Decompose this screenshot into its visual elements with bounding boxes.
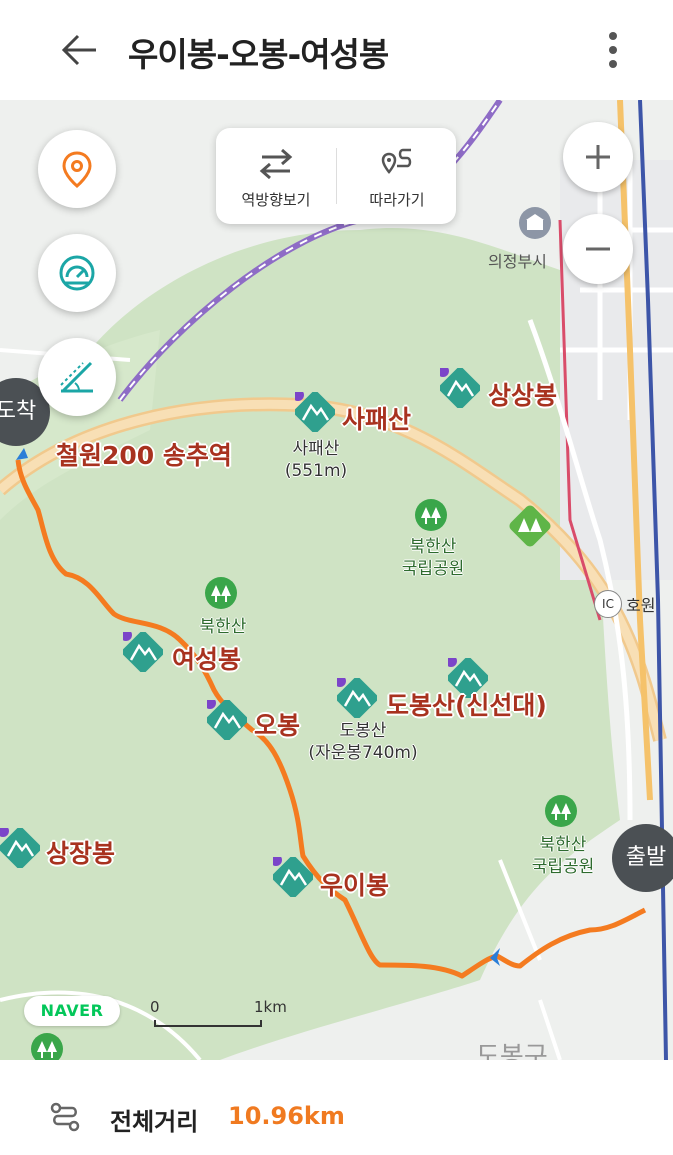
sublabel-line: (자운봉740m): [308, 743, 418, 763]
follow-route-button[interactable]: 따라가기: [337, 128, 457, 224]
scale-unit-label: 1km: [254, 998, 287, 1016]
map-scale-bar: 0 1km: [150, 998, 300, 1027]
app-header: 우이봉-오봉-여성봉: [0, 0, 673, 100]
route-toolbar: 역방향보기 따라가기: [216, 128, 456, 224]
swap-arrows-icon: [259, 148, 293, 180]
place-label-dobongsan: 도봉산(신선대): [386, 691, 547, 720]
mountain-peak-icon[interactable]: [207, 700, 247, 740]
minus-icon: [586, 247, 610, 251]
start-marker[interactable]: 출발: [612, 824, 673, 892]
reverse-direction-label: 역방향보기: [241, 191, 311, 209]
more-vertical-icon[interactable]: [598, 28, 628, 72]
place-label-obong: 오봉: [254, 711, 301, 740]
park-icon: [205, 577, 237, 609]
speed-button[interactable]: [38, 234, 116, 312]
place-label-howon: 호원: [626, 596, 656, 615]
naver-logo: NAVER: [24, 996, 120, 1026]
total-distance-label: 전체거리: [110, 1108, 199, 1136]
total-distance-value: 10.96km: [228, 1102, 345, 1130]
arrow-left-icon[interactable]: [58, 30, 102, 70]
sublabel-line: 국립공원: [531, 857, 595, 877]
route-icon: [50, 1102, 80, 1132]
slope-icon: [60, 361, 93, 393]
follow-route-icon: [381, 148, 412, 174]
park-label-bukhansan-2: 북한산: [199, 617, 247, 637]
district-label-dobong-gu: 도봉구: [476, 1042, 548, 1060]
sublabel-line: 북한산: [539, 835, 587, 855]
park-label-bukhansan-3: 북한산 국립공원: [518, 834, 608, 878]
mountain-peak-icon[interactable]: [295, 392, 335, 432]
place-label-uibong: 우이봉: [320, 871, 390, 900]
ic-badge: IC: [594, 590, 622, 618]
elevation-button[interactable]: [38, 338, 116, 416]
park-icon: [545, 795, 577, 827]
speedometer-icon: [59, 255, 95, 291]
place-label-sangsangbong: 상상봉: [488, 381, 558, 410]
zoom-out-button[interactable]: [563, 214, 633, 284]
park-icon: [415, 499, 447, 531]
sublabel-line: 북한산: [409, 537, 457, 557]
sublabel-line: (551m): [284, 461, 348, 481]
place-sublabel-sapaesan: 사패산 (551m): [272, 438, 360, 482]
place-label-sangjangbong: 상장봉: [46, 839, 116, 868]
sublabel-line: 국립공원: [401, 559, 465, 579]
place-label-yeoseongbong: 여성봉: [172, 645, 242, 674]
page-title: 우이봉-오봉-여성봉: [128, 35, 389, 74]
follow-route-label: 따라가기: [369, 191, 425, 209]
location-pin-icon: [62, 151, 92, 188]
mountain-peak-icon[interactable]: [273, 857, 313, 897]
park-entrance-icon: [509, 505, 551, 547]
place-label-songchu: 철원200 송추역: [56, 441, 232, 470]
mountain-peak-icon[interactable]: [440, 368, 480, 408]
reverse-direction-button[interactable]: 역방향보기: [216, 128, 336, 224]
city-label-uijeongbu: 의정부시: [488, 252, 547, 271]
park-icon: [31, 1033, 63, 1060]
zoom-in-button[interactable]: [563, 122, 633, 192]
plus-icon: [586, 145, 610, 169]
naver-logo-text: NAVER: [40, 1001, 104, 1020]
map-view[interactable]: 사패산 사패산 (551m) 상상봉 철원200 송추역 북한산 국립공원 북한…: [0, 100, 673, 1060]
place-label-sapaesan: 사패산: [342, 405, 412, 434]
sublabel-line: 도봉산: [339, 721, 387, 741]
mountain-peak-icon[interactable]: [337, 678, 377, 718]
city-hall-icon: [519, 207, 551, 239]
scale-line: [154, 1020, 262, 1027]
mountain-peak-icon[interactable]: [123, 632, 163, 672]
mountain-peak-icon[interactable]: [0, 828, 40, 868]
place-sublabel-dobongsan: 도봉산 (자운봉740m): [298, 720, 428, 764]
location-button[interactable]: [38, 130, 116, 208]
park-label-bukhansan: 북한산 국립공원: [388, 536, 478, 580]
scale-zero-label: 0: [150, 998, 160, 1016]
sublabel-line: 사패산: [292, 439, 340, 459]
